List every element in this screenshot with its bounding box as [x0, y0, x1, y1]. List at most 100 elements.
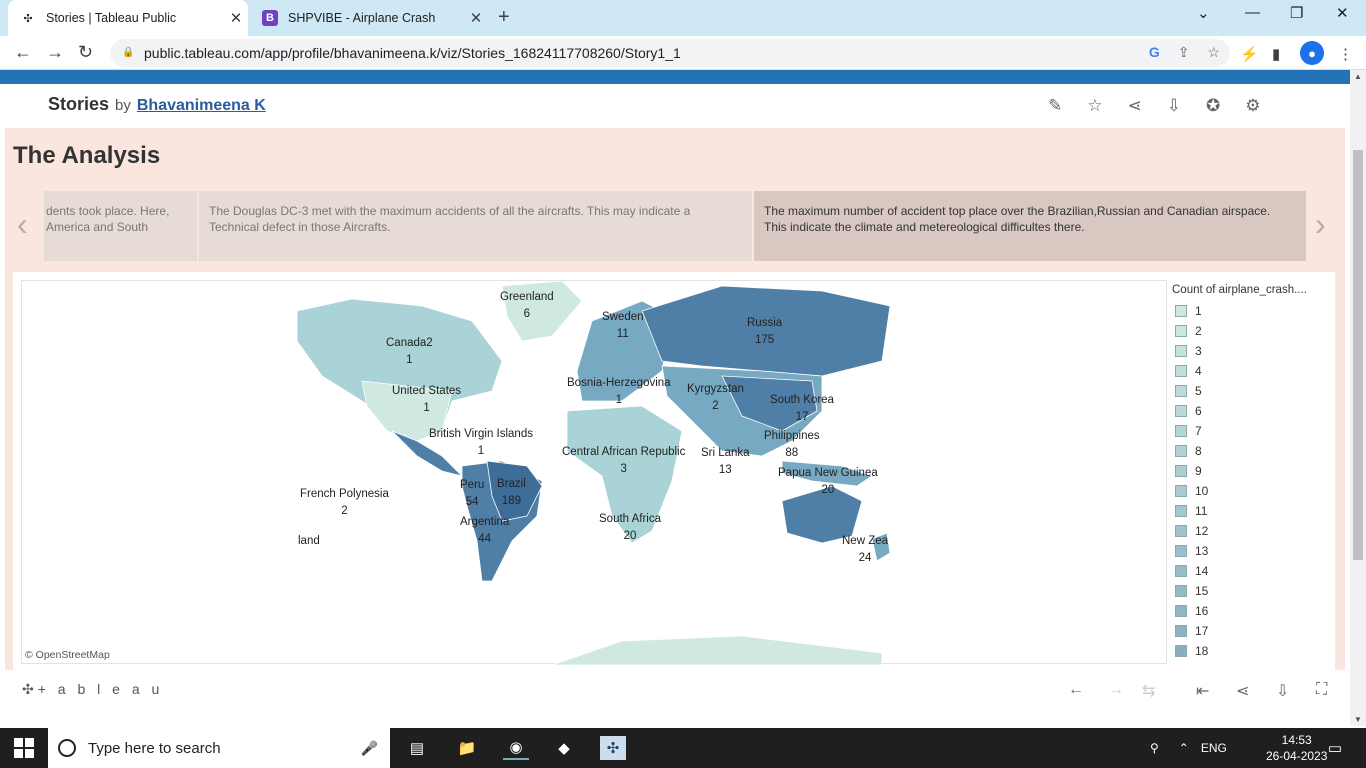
world-map[interactable]: Greenland 6 Sweden 11 Russia 175 Canada2 1 Unite… — [21, 280, 1167, 666]
settings-gear-icon[interactable]: ⚙ — [1245, 96, 1260, 116]
map-label: French Polynesia 2 — [300, 486, 389, 520]
legend-item[interactable]: 1 — [1172, 301, 1332, 321]
legend-item[interactable]: 2 — [1172, 321, 1332, 341]
people-icon[interactable]: ⚲ — [1150, 741, 1159, 755]
legend-item[interactable]: 4 — [1172, 361, 1332, 381]
legend-item[interactable]: 8 — [1172, 441, 1332, 461]
file-explorer-icon[interactable]: 📁 — [454, 736, 480, 760]
legend-label: 17 — [1195, 624, 1209, 638]
story-point-3-active[interactable]: The maximum number of accident top place… — [754, 191, 1306, 261]
legend-item[interactable]: 14 — [1172, 561, 1332, 581]
legend-item[interactable]: 7 — [1172, 421, 1332, 441]
share-icon[interactable]: ⋖ — [1128, 96, 1142, 116]
edit-icon[interactable]: ✎ — [1048, 96, 1062, 116]
map-label-value: 1 — [406, 354, 413, 366]
minimize-button[interactable]: — — [1245, 4, 1260, 21]
scroll-down-arrow[interactable]: ▼ — [1354, 715, 1362, 724]
tray-expand-icon[interactable]: ⌃ — [1179, 741, 1189, 755]
profile-avatar[interactable]: ● — [1300, 41, 1324, 65]
microphone-icon[interactable]: 🎤 — [361, 740, 378, 757]
legend-item[interactable]: 9 — [1172, 461, 1332, 481]
antarctica-shape[interactable] — [551, 635, 883, 666]
legend-swatch — [1175, 305, 1187, 317]
extension-icon[interactable]: ⚡ — [1240, 45, 1259, 63]
taskbar-search-box[interactable]: Type here to search 🎤 — [48, 728, 390, 768]
fullscreen-icon[interactable]: ⛶ — [1316, 681, 1327, 699]
tab-title: Stories | Tableau Public — [46, 11, 177, 25]
map-label-name: land — [298, 535, 320, 547]
restore-button[interactable]: ❐ — [1290, 4, 1303, 22]
forward-button[interactable]: → — [46, 42, 64, 63]
tableau-app-icon[interactable]: ✣ — [600, 736, 626, 760]
favorite-star-icon[interactable]: ☆ — [1087, 96, 1102, 116]
map-label-name: Kyrgyzstan — [687, 383, 744, 395]
share-icon[interactable]: ⋖ — [1236, 681, 1249, 701]
legend-item[interactable]: 13 — [1172, 541, 1332, 561]
story-point-2[interactable]: The Douglas DC-3 met with the maximum ac… — [199, 191, 752, 261]
map-label: New Zea 24 — [842, 533, 888, 567]
scroll-up-arrow[interactable]: ▲ — [1354, 72, 1362, 81]
tab-stories[interactable]: ✣ Stories | Tableau Public ✕ — [8, 0, 248, 36]
legend-item[interactable]: 12 — [1172, 521, 1332, 541]
next-point-arrow[interactable]: › — [1315, 206, 1326, 243]
address-bar-row: ← → ↻ 🔒 public.tableau.com/app/profile/b… — [0, 36, 1366, 70]
map-label-name: Brazil — [497, 478, 526, 490]
legend-item[interactable]: 17 — [1172, 621, 1332, 641]
redo-icon: → — [1108, 681, 1124, 698]
legend-item[interactable]: 6 — [1172, 401, 1332, 421]
scroll-thumb[interactable] — [1353, 150, 1363, 560]
legend-item[interactable]: 18 — [1172, 641, 1332, 661]
map-label: Sweden 11 — [602, 309, 644, 343]
map-label-value: 1 — [423, 402, 430, 414]
undo-icon[interactable]: ← — [1068, 681, 1084, 699]
google-icon[interactable]: G — [1149, 44, 1160, 61]
legend-label: 15 — [1195, 584, 1209, 598]
legend-label: 12 — [1195, 524, 1209, 538]
close-window-button[interactable]: ✕ — [1336, 4, 1349, 22]
side-panel-icon[interactable]: ▮ — [1272, 45, 1280, 63]
map-label: Brazil 189 — [497, 476, 526, 510]
share-icon[interactable]: ⇪ — [1178, 44, 1190, 61]
clock[interactable]: 14:53 26-04-2023 — [1266, 732, 1327, 764]
story-point-1[interactable]: dents took place. Here, America and Sout… — [44, 191, 197, 261]
legend-item[interactable]: 16 — [1172, 601, 1332, 621]
download-icon[interactable]: ⇩ — [1167, 96, 1181, 116]
legend-swatch — [1175, 445, 1187, 457]
author-link[interactable]: Bhavanimeena K — [137, 97, 266, 115]
close-tab-icon[interactable]: ✕ — [464, 9, 488, 27]
new-tab-button[interactable]: + — [498, 6, 510, 29]
legend-item[interactable]: 11 — [1172, 501, 1332, 521]
page-scrollbar[interactable]: ▲ ▼ — [1350, 70, 1366, 726]
download-icon[interactable]: ⇩ — [1276, 681, 1289, 701]
reload-button[interactable]: ↻ — [78, 42, 93, 63]
legend-item[interactable]: 5 — [1172, 381, 1332, 401]
map-label-value: 11 — [616, 328, 629, 340]
chrome-icon[interactable]: ◉ — [503, 736, 529, 760]
app-icon[interactable]: ◆ — [551, 736, 577, 760]
map-label: United States 1 — [392, 383, 461, 417]
windows-start-icon[interactable] — [14, 738, 34, 758]
previous-point-arrow[interactable]: ‹ — [17, 206, 28, 243]
tab-airplane-crash[interactable]: B SHPVIBE - Airplane Crash ✕ — [250, 2, 488, 34]
legend-item[interactable]: 15 — [1172, 581, 1332, 601]
url-field[interactable]: 🔒 public.tableau.com/app/profile/bhavani… — [110, 39, 1230, 67]
legend-item[interactable]: 3 — [1172, 341, 1332, 361]
tab-search-icon[interactable]: ⌄ — [1197, 4, 1210, 22]
legend-swatch — [1175, 465, 1187, 477]
map-label: Canada2 1 — [386, 335, 433, 369]
close-tab-icon[interactable]: ✕ — [224, 9, 248, 27]
reset-icon[interactable]: ⇤ — [1196, 681, 1209, 701]
map-label-name: South Korea — [770, 394, 834, 406]
map-label: Russia 175 — [747, 315, 782, 349]
back-button[interactable]: ← — [14, 42, 32, 63]
menu-icon[interactable]: ⋮ — [1338, 45, 1353, 63]
tableau-logo: ✣+ a b l e a u — [22, 681, 164, 697]
badge-icon[interactable]: ✪ — [1206, 96, 1220, 116]
legend-item[interactable]: 10 — [1172, 481, 1332, 501]
language-indicator[interactable]: ENG — [1201, 741, 1227, 755]
task-view-icon[interactable]: ▤ — [404, 736, 430, 760]
bookmark-star-icon[interactable]: ☆ — [1207, 44, 1220, 61]
notifications-icon[interactable]: ▭ — [1322, 736, 1348, 760]
search-placeholder: Type here to search — [88, 739, 221, 757]
map-label-name: British Virgin Islands — [429, 428, 533, 440]
